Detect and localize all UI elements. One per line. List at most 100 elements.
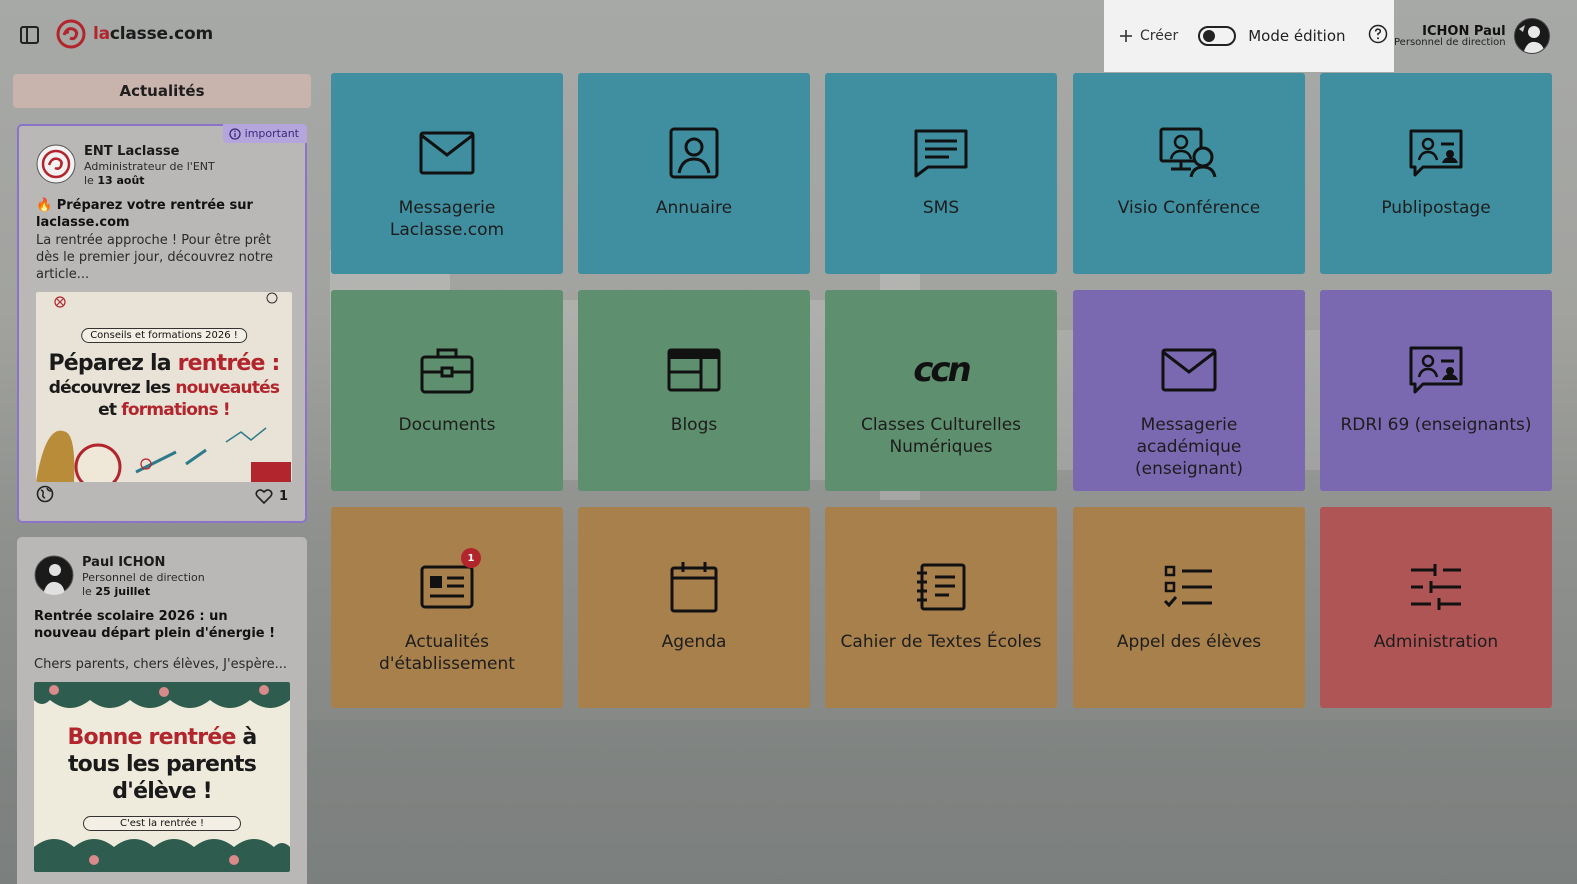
post-date: le 13 août: [84, 173, 145, 187]
news-post-important[interactable]: important ENT Laclasse Administrateur de…: [17, 124, 307, 523]
tile-label: SMS: [922, 198, 960, 218]
post-title: Rentrée scolaire 2026 : un nouveau dépar…: [34, 609, 276, 642]
news-icon: 1: [419, 548, 481, 618]
floral-frame-illustration: [34, 681, 290, 872]
mailing-icon: [1408, 339, 1464, 401]
tile-messagerie[interactable]: Messagerie Laclasse.com: [331, 73, 563, 274]
header-actions: Créer Mode édition: [1104, 0, 1394, 72]
edit-mode-toggle[interactable]: [1198, 26, 1237, 46]
apps-grid: Messagerie Laclasse.com Annuaire SMS Vis…: [331, 73, 1553, 708]
heart-icon: [255, 489, 273, 504]
toggle-knob: [1203, 30, 1216, 42]
calendar-icon: [669, 556, 719, 618]
post-excerpt: Chers parents, chers élèves, J'espère...: [34, 656, 288, 672]
browser-icon: [666, 339, 722, 401]
tile-label: RDRI 69 (enseignants): [1340, 415, 1532, 435]
create-button[interactable]: Créer: [1118, 28, 1178, 44]
help-icon[interactable]: [1368, 24, 1388, 48]
news-panel-title: Actualités: [13, 74, 311, 108]
tile-sms[interactable]: SMS: [825, 73, 1057, 274]
checklist-icon: [1163, 556, 1215, 618]
tile-cahier-textes[interactable]: Cahier de Textes Écoles: [825, 507, 1057, 708]
post-image-line3: d'élève !: [112, 778, 212, 804]
tile-rdri[interactable]: RDRI 69 (enseignants): [1320, 290, 1552, 491]
tile-publipostage[interactable]: Publipostage: [1320, 73, 1552, 274]
tile-appel[interactable]: Appel des élèves: [1073, 507, 1305, 708]
post-author: Paul ICHON: [82, 555, 166, 570]
app-logo[interactable]: laclasse.com: [55, 18, 213, 50]
tile-visio[interactable]: Visio Conférence: [1073, 73, 1305, 274]
news-panel: Actualités important ENT Laclasse Admini…: [13, 74, 311, 884]
post-image-line1: Péparez la rentrée :: [48, 350, 280, 376]
contact-icon: [669, 122, 719, 184]
user-info: ICHON Paul Personnel de direction: [1394, 25, 1506, 48]
ccn-logo-icon: ccn: [913, 339, 971, 401]
create-button-label: Créer: [1140, 28, 1179, 44]
tile-label: Messagerie académique (enseignant): [1135, 415, 1243, 480]
edit-mode-label: Mode édition: [1248, 27, 1346, 45]
tile-label: Actualités d'établissement: [379, 632, 515, 675]
mail-icon: [419, 122, 475, 184]
avatar: [34, 555, 74, 595]
user-name: ICHON Paul: [1422, 23, 1506, 39]
post-image-line1: Bonne rentrée à: [67, 724, 258, 750]
tile-label: Classes Culturelles Numériques: [860, 415, 1022, 458]
post-header: Paul ICHON Personnel de direction le 25 …: [34, 555, 290, 599]
mail-icon: [1161, 339, 1217, 401]
plus-icon: [1120, 30, 1132, 42]
post-image-caption: Conseils et formations 2026 !: [81, 327, 247, 343]
tile-label: Cahier de Textes Écoles: [840, 632, 1042, 652]
ccn-logo-text: ccn: [913, 350, 971, 390]
post-author-role: Administrateur de l'ENT: [84, 159, 215, 173]
tile-annuaire[interactable]: Annuaire: [578, 73, 810, 274]
post-excerpt: La rentrée approche ! Pour être prêt dès…: [36, 232, 274, 282]
logo-text: laclasse.com: [93, 24, 213, 44]
important-badge-label: important: [244, 127, 299, 140]
tile-documents[interactable]: Documents: [331, 290, 563, 491]
tile-label: Documents: [398, 415, 496, 435]
post-author: ENT Laclasse: [84, 144, 180, 159]
globe-icon: [36, 485, 54, 507]
sidebar-toggle-icon[interactable]: [19, 24, 41, 46]
user-role: Personnel de direction: [1394, 36, 1506, 48]
tile-label: Annuaire: [655, 198, 733, 218]
video-call-icon: [1159, 122, 1219, 184]
tile-actualites[interactable]: 1 Actualités d'établissement: [331, 507, 563, 708]
post-image-line3: et formations !: [98, 399, 231, 420]
tile-blogs[interactable]: Blogs: [578, 290, 810, 491]
tile-administration[interactable]: Administration: [1320, 507, 1552, 708]
tile-classes-culturelles[interactable]: ccn Classes Culturelles Numériques: [825, 290, 1057, 491]
tile-messagerie-academique[interactable]: Messagerie académique (enseignant): [1073, 290, 1305, 491]
message-icon: [913, 122, 969, 184]
user-menu[interactable]: ICHON Paul Personnel de direction: [1394, 0, 1550, 72]
tile-label: Administration: [1373, 632, 1499, 652]
avatar[interactable]: [1513, 18, 1550, 54]
post-footer: 1: [36, 485, 288, 507]
tile-label: Messagerie Laclasse.com: [389, 198, 505, 241]
laclasse-avatar-icon: [36, 144, 76, 184]
briefcase-icon: [419, 339, 475, 401]
tile-agenda[interactable]: Agenda: [578, 507, 810, 708]
tile-label: Agenda: [661, 632, 727, 652]
post-image-line2: découvrez les nouveautés: [48, 377, 280, 398]
tile-label: Blogs: [670, 415, 718, 435]
post-author-role: Personnel de direction: [82, 570, 205, 584]
notebook-icon: [915, 556, 967, 618]
post-title: 🔥 Préparez votre rentrée sur laclasse.co…: [36, 198, 253, 231]
top-bar: laclasse.com Créer Mode édition ICHON Pa…: [0, 0, 1577, 72]
tile-label: Publipostage: [1381, 198, 1491, 218]
mailing-icon: [1408, 122, 1464, 184]
important-badge: important: [222, 124, 307, 143]
info-circle-icon: [228, 128, 241, 143]
post-date: le 25 juillet: [82, 584, 151, 598]
tile-label: Visio Conférence: [1117, 198, 1261, 218]
post-image: Conseils et formations 2026 ! Péparez la…: [36, 291, 292, 482]
post-image: Bonne rentrée à tous les parents d'élève…: [34, 681, 290, 872]
notification-badge: 1: [461, 548, 481, 568]
post-image-caption: C'est la rentrée !: [83, 815, 241, 831]
news-post[interactable]: Paul ICHON Personnel de direction le 25 …: [17, 537, 307, 884]
post-image-line2: tous les parents: [67, 751, 257, 777]
sliders-icon: [1409, 556, 1463, 618]
like-button[interactable]: 1: [255, 488, 288, 504]
post-header: ENT Laclasse Administrateur de l'ENT le …: [36, 144, 288, 188]
